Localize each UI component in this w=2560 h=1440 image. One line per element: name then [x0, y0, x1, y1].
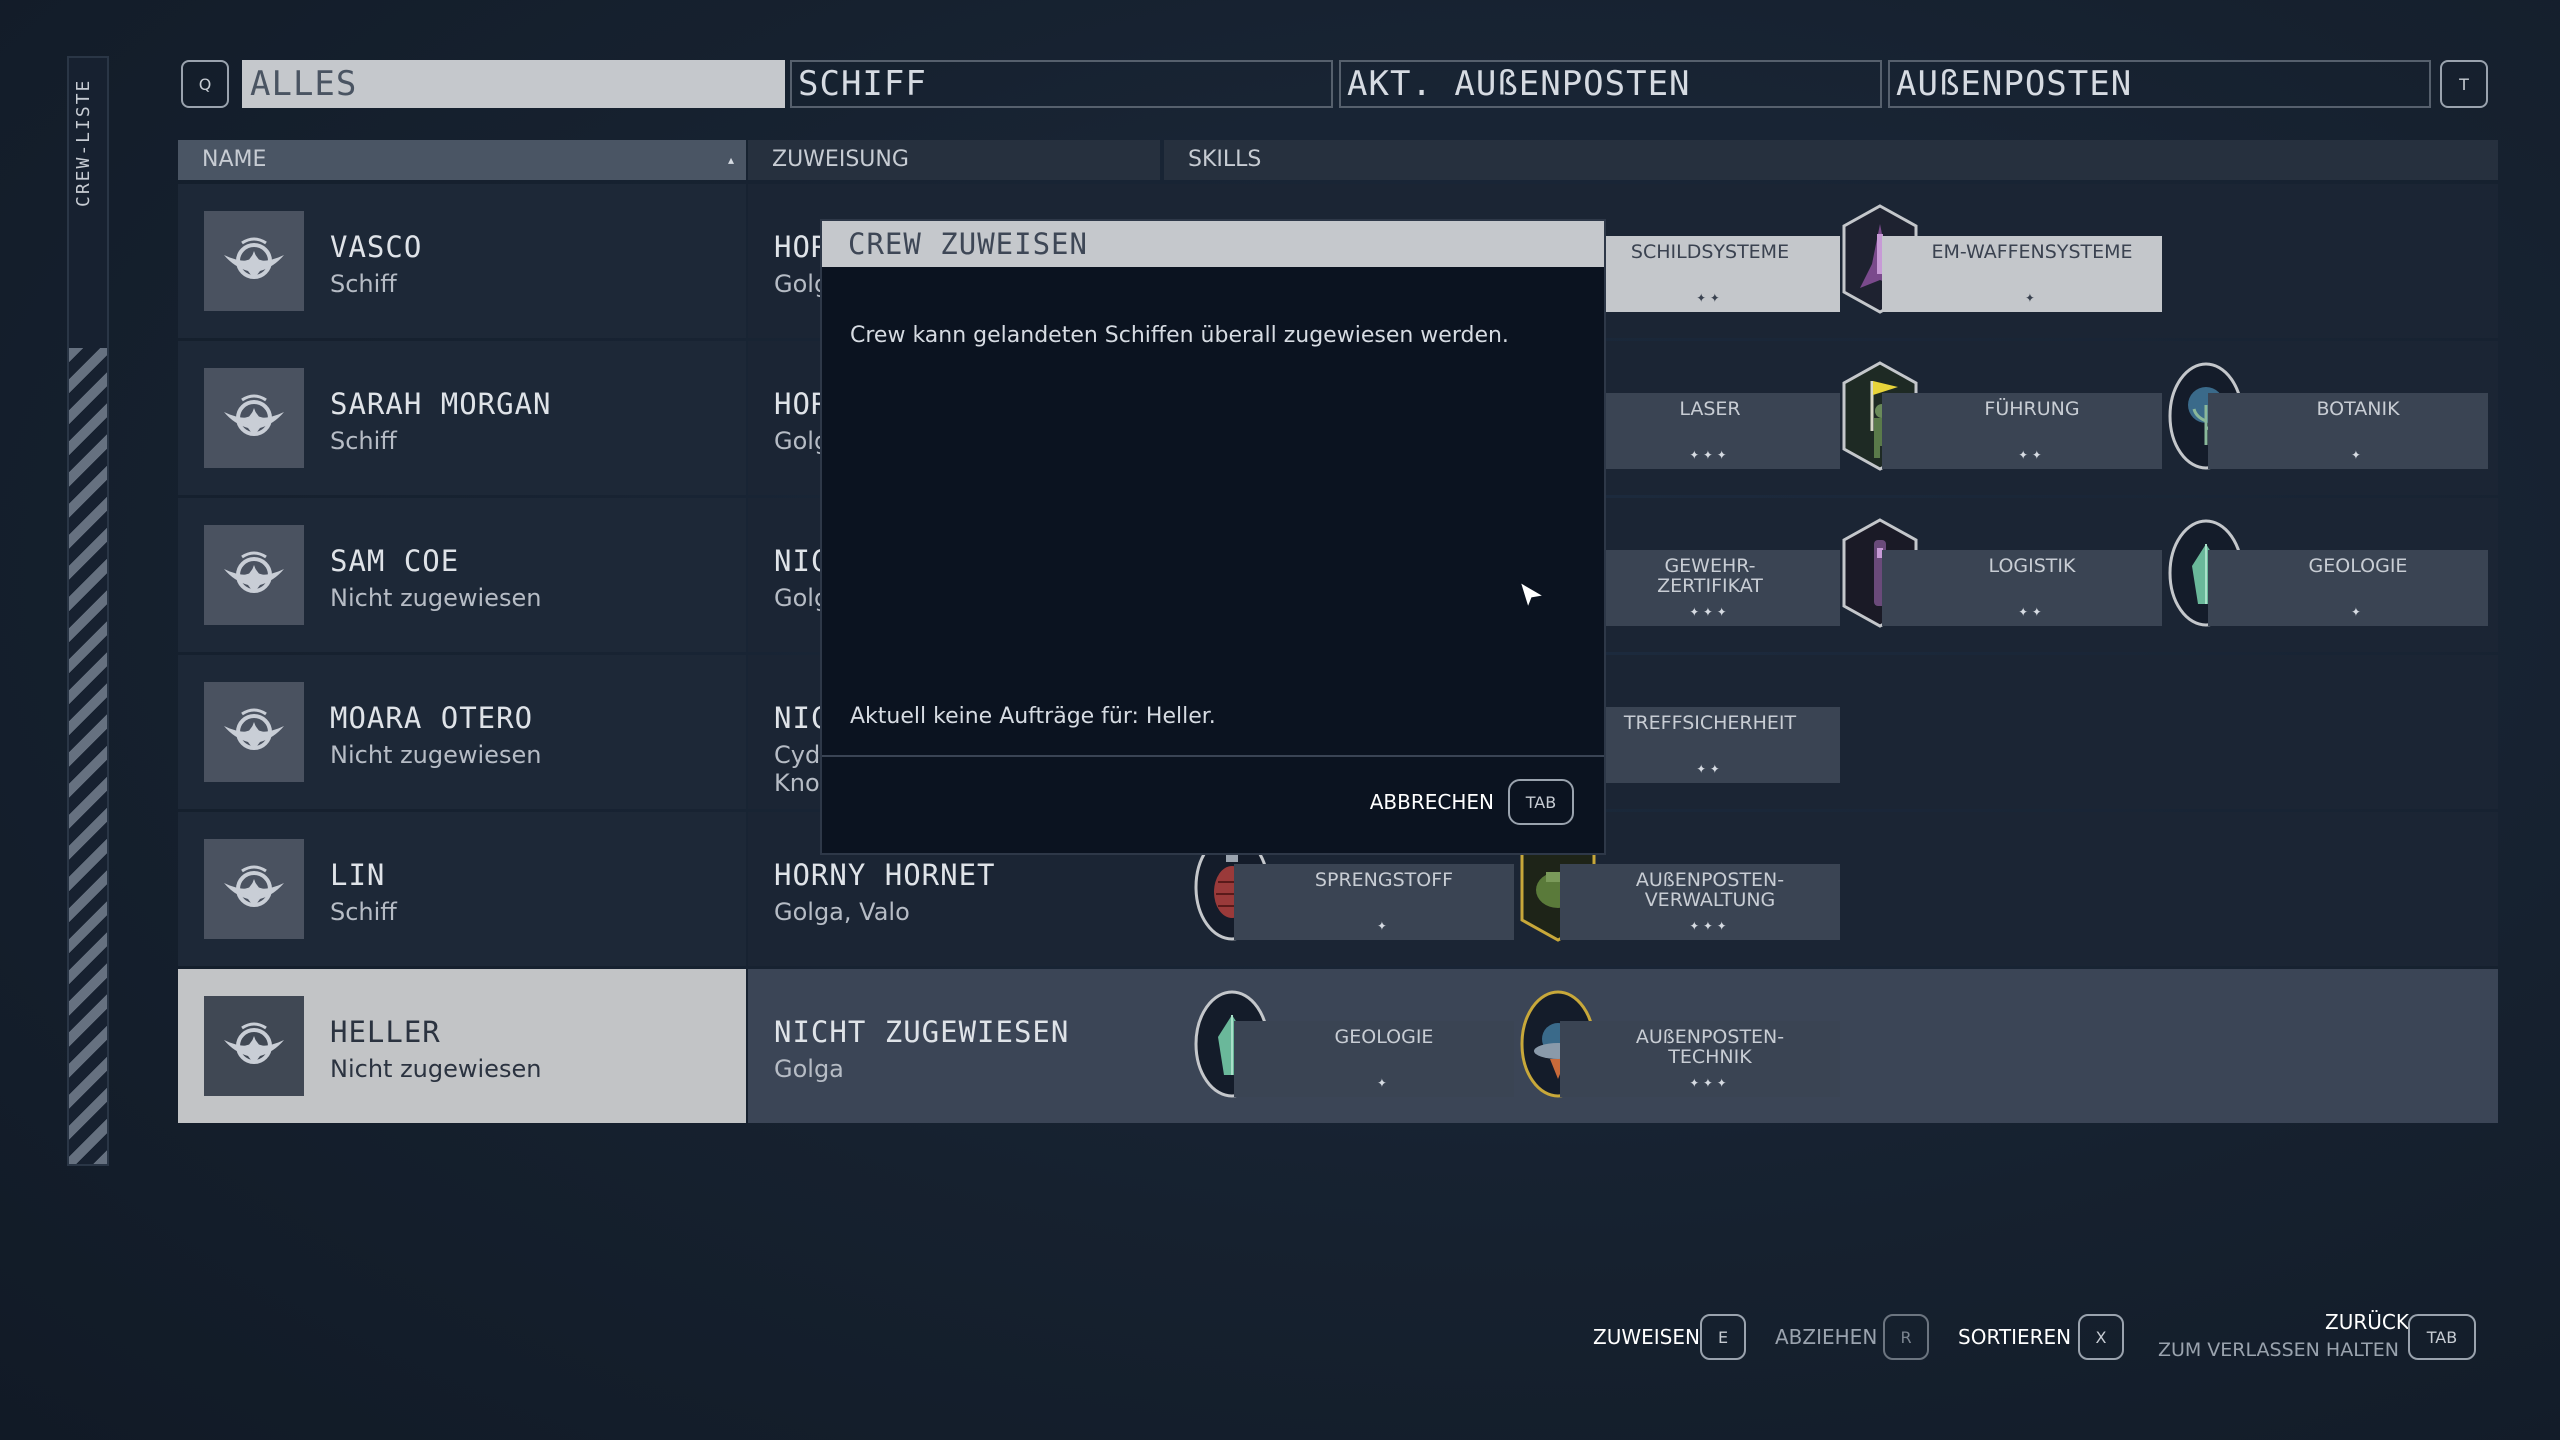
- assignment-location: Golga: [774, 1055, 844, 1083]
- avatar: [204, 682, 304, 782]
- assignment-name: HORNY HORNET: [774, 858, 996, 892]
- crew-status: Schiff: [330, 898, 397, 926]
- skill-name: TREFFSICHERHEIT: [1623, 712, 1797, 734]
- skill-geology: GEOLOGIE ✦: [1194, 989, 1514, 1099]
- skill-rank: ✦✦: [2018, 444, 2046, 463]
- crew-list-rail: CREW-LISTE: [67, 56, 109, 1166]
- tab-ship[interactable]: SCHIFF: [790, 60, 1333, 108]
- skill-rank: ✦: [1377, 1072, 1391, 1091]
- skill-rank: ✦: [1377, 915, 1391, 934]
- crew-row-details-heller[interactable]: NICHT ZUGEWIESEN Golga GEOLOGIE ✦ AUßENPO…: [748, 969, 2498, 1123]
- skill-rank: ✦: [2025, 287, 2039, 306]
- skill-rank: ✦✦: [2018, 601, 2046, 620]
- skill-rank: ✦✦: [1696, 287, 1724, 306]
- column-header-name[interactable]: NAME ▴▾: [178, 140, 746, 207]
- crew-status: Schiff: [330, 427, 397, 455]
- skill-outpost-engineering: AUßENPOSTEN- TECHNIK ✦✦✦: [1520, 989, 1840, 1099]
- dialog-empty-text: Aktuell keine Aufträge für: Heller.: [850, 704, 1216, 729]
- withdraw-label[interactable]: ABZIEHEN: [1775, 1325, 1877, 1349]
- avatar: [204, 839, 304, 939]
- skill-name: SPRENGSTOFF: [1314, 869, 1454, 891]
- skill-leadership: FÜHRUNG ✦✦: [1842, 361, 2162, 471]
- skill-rank: ✦✦: [1696, 758, 1724, 777]
- skill-botany: BOTANIK ✦: [2168, 361, 2488, 471]
- skill-name: GEOLOGIE: [1334, 1026, 1434, 1048]
- skill-rank: ✦: [2351, 444, 2365, 463]
- crew-row-moara-otero[interactable]: MOARA OTERO Nicht zugewiesen: [178, 655, 746, 809]
- crew-emblem-icon: [214, 849, 294, 929]
- cancel-key[interactable]: TAB: [1508, 779, 1574, 825]
- crew-row-sarah-morgan[interactable]: SARAH MORGAN Schiff: [178, 341, 746, 495]
- skill-name: BOTANIK: [2316, 398, 2400, 420]
- crew-row-lin[interactable]: LIN Schiff: [178, 812, 746, 966]
- mouse-cursor-icon: [1518, 580, 1546, 610]
- cancel-button[interactable]: ABBRECHEN: [1370, 790, 1494, 814]
- crew-row-heller[interactable]: HELLER Nicht zugewiesen: [178, 969, 746, 1123]
- prev-tab-key[interactable]: Q: [181, 60, 229, 108]
- skill-name: GEWEHR- ZERTIFIKAT: [1657, 555, 1763, 597]
- skill-name: LASER: [1679, 398, 1741, 420]
- sort-label[interactable]: SORTIEREN: [1958, 1325, 2071, 1349]
- tab-active-outpost[interactable]: AKT. AUßENPOSTEN: [1339, 60, 1882, 108]
- crew-status: Nicht zugewiesen: [330, 1055, 542, 1083]
- skill-name: AUßENPOSTEN- TECHNIK: [1635, 1026, 1785, 1068]
- crew-name: SAM COE: [330, 544, 460, 578]
- crew-name: MOARA OTERO: [330, 701, 534, 735]
- skill-rank: ✦✦✦: [1689, 1072, 1731, 1091]
- crew-emblem-icon: [214, 221, 294, 301]
- crew-name: HELLER: [330, 1015, 441, 1049]
- sort-key[interactable]: X: [2078, 1314, 2124, 1360]
- crew-emblem-icon: [214, 378, 294, 458]
- skill-name: GEOLOGIE: [2308, 555, 2408, 577]
- assignment-location: Golga, Valo: [774, 898, 910, 926]
- skill-name: SCHILDSYSTEME: [1630, 241, 1790, 263]
- skill-geology: GEOLOGIE ✦: [2168, 518, 2488, 628]
- avatar: [204, 368, 304, 468]
- crew-row-vasco[interactable]: VASCO Schiff: [178, 184, 746, 338]
- crew-status: Nicht zugewiesen: [330, 584, 542, 612]
- crew-emblem-icon: [214, 1006, 294, 1086]
- tab-outposts[interactable]: AUßENPOSTEN: [1888, 60, 2431, 108]
- skill-name: LOGISTIK: [1988, 555, 2076, 577]
- assign-label[interactable]: ZUWEISEN: [1593, 1325, 1700, 1349]
- dialog-divider: [822, 755, 1604, 757]
- column-header-name-label: NAME: [202, 147, 267, 172]
- crew-emblem-icon: [214, 692, 294, 772]
- crew-assign-dialog: CREW ZUWEISEN Crew kann gelandeten Schif…: [820, 219, 1606, 855]
- assign-key[interactable]: E: [1700, 1314, 1746, 1360]
- skill-rank: ✦✦✦: [1689, 915, 1731, 934]
- avatar: [204, 525, 304, 625]
- assignment-name: NICHT ZUGEWIESEN: [774, 1015, 1070, 1049]
- crew-emblem-icon: [214, 535, 294, 615]
- crew-status: Schiff: [330, 270, 397, 298]
- next-tab-key[interactable]: T: [2440, 60, 2488, 108]
- dialog-message: Crew kann gelandeten Schiffen überall zu…: [850, 323, 1509, 348]
- column-header-assignment[interactable]: ZUWEISUNG: [748, 140, 1160, 180]
- back-label[interactable]: ZURÜCK: [2325, 1310, 2409, 1334]
- skill-rank: ✦✦✦: [1689, 601, 1731, 620]
- crew-list-label: CREW-LISTE: [73, 78, 94, 208]
- skill-name: AUßENPOSTEN- VERWALTUNG: [1635, 869, 1785, 911]
- crew-name: SARAH MORGAN: [330, 387, 552, 421]
- dialog-title: CREW ZUWEISEN: [822, 221, 1604, 267]
- skill-name: FÜHRUNG: [1984, 398, 2080, 420]
- crew-name: VASCO: [330, 230, 423, 264]
- skill-logistics: LOGISTIK ✦✦: [1842, 518, 2162, 628]
- crew-status: Nicht zugewiesen: [330, 741, 542, 769]
- skill-em-weapon-systems: EM-WAFFENSYSTEME ✦: [1842, 204, 2162, 314]
- column-header-skills[interactable]: SKILLS: [1164, 140, 2498, 180]
- assignment-location: Cyd Kno: [774, 741, 821, 797]
- withdraw-key[interactable]: R: [1883, 1314, 1929, 1360]
- rail-stripes: [69, 348, 107, 1164]
- skill-rank: ✦✦✦: [1689, 444, 1731, 463]
- back-key[interactable]: TAB: [2408, 1314, 2476, 1360]
- tab-all[interactable]: ALLES: [242, 60, 785, 108]
- avatar: [204, 996, 304, 1096]
- back-hold-hint: ZUM VERLASSEN HALTEN: [2157, 1339, 2399, 1361]
- crew-name: LIN: [330, 858, 386, 892]
- avatar: [204, 211, 304, 311]
- crew-row-sam-coe[interactable]: SAM COE Nicht zugewiesen: [178, 498, 746, 652]
- skill-name: EM-WAFFENSYSTEME: [1931, 241, 2133, 263]
- skill-rank: ✦: [2351, 601, 2365, 620]
